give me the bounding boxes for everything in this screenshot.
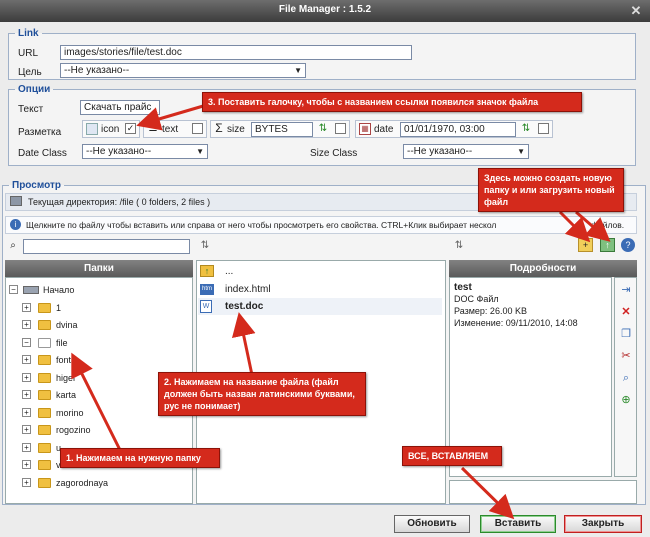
annotation-note2: 2. Нажимаем на название файла (файл долж… (158, 372, 366, 416)
arrow-note5 (460, 466, 515, 520)
arrow-note1 (71, 352, 122, 451)
arrow-note2 (231, 312, 256, 376)
annotation-note3: 3. Поставить галочку, чтобы с названием … (202, 92, 582, 112)
annotation-note5: ВСЕ, ВСТАВЛЯЕМ (402, 446, 502, 466)
arrow-note3 (136, 102, 211, 131)
annotation-note1: 1. Нажимаем на нужную папку (60, 448, 220, 468)
annotation-note4: Здесь можно создать новую папку и или за… (478, 168, 624, 212)
